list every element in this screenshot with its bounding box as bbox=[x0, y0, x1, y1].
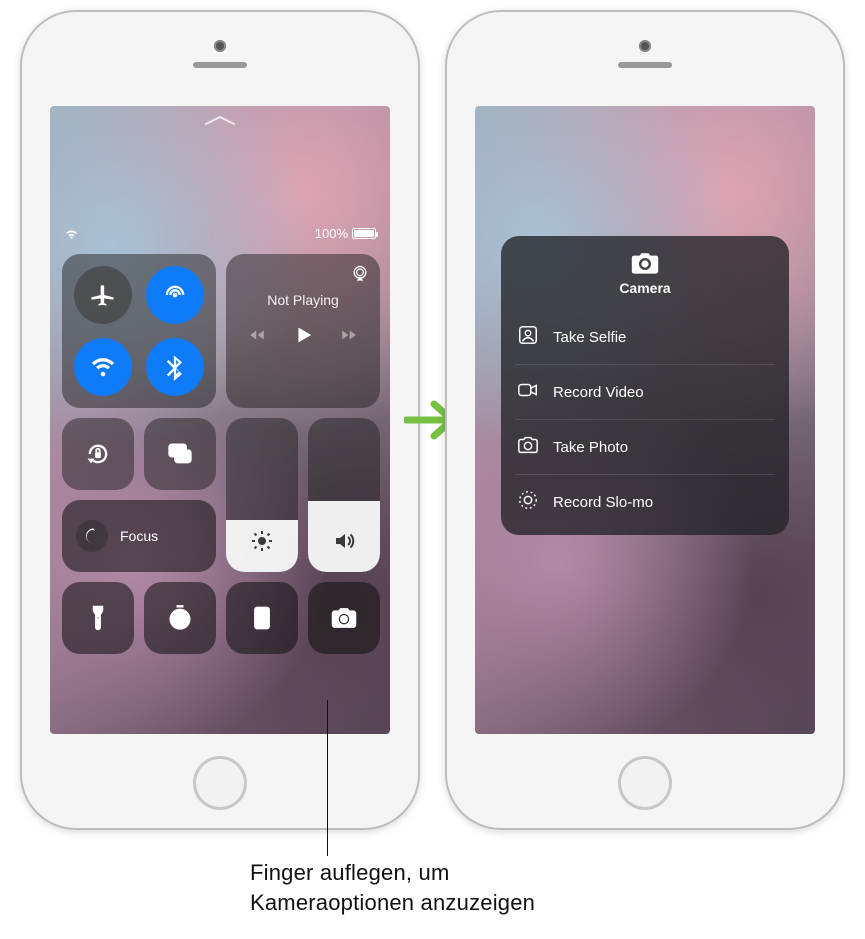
camera-action-record-video[interactable]: Record Video bbox=[515, 364, 775, 419]
device-left: 100% bbox=[20, 10, 420, 830]
play-button[interactable] bbox=[292, 324, 314, 351]
airplane-mode-toggle[interactable] bbox=[74, 266, 132, 324]
airdrop-toggle[interactable] bbox=[146, 266, 204, 324]
speaker-icon bbox=[332, 529, 356, 558]
camera-action-take-selfie[interactable]: Take Selfie bbox=[515, 310, 775, 364]
now-playing-label: Not Playing bbox=[267, 292, 339, 308]
screen-camera-options: Camera Take Selfie Record Video bbox=[475, 106, 815, 734]
brightness-slider[interactable] bbox=[226, 418, 298, 572]
camera-button[interactable] bbox=[308, 582, 380, 654]
volume-slider[interactable] bbox=[308, 418, 380, 572]
battery-status: 100% bbox=[315, 226, 376, 241]
battery-percent-label: 100% bbox=[315, 226, 348, 241]
flashlight-button[interactable] bbox=[62, 582, 134, 654]
previous-track-button[interactable] bbox=[248, 326, 266, 349]
front-camera-dot bbox=[639, 40, 651, 52]
camera-quick-actions-popup: Camera Take Selfie Record Video bbox=[501, 236, 789, 535]
status-bar: 100% bbox=[64, 226, 376, 241]
bluetooth-toggle[interactable] bbox=[146, 338, 204, 396]
media-tile[interactable]: Not Playing bbox=[226, 254, 380, 408]
moon-icon bbox=[76, 520, 108, 552]
callout-line1: Finger auflegen, um bbox=[250, 858, 535, 888]
camera-icon bbox=[501, 252, 789, 276]
battery-icon bbox=[352, 228, 376, 239]
callout-line2: Kameraoptionen anzuzeigen bbox=[250, 888, 535, 918]
action-label: Record Slo-mo bbox=[553, 494, 653, 511]
photo-icon bbox=[517, 434, 539, 460]
screen-mirroring-button[interactable] bbox=[144, 418, 216, 490]
airplay-icon[interactable] bbox=[350, 264, 370, 289]
action-label: Take Selfie bbox=[553, 329, 626, 346]
orientation-lock-toggle[interactable] bbox=[62, 418, 134, 490]
callout-text: Finger auflegen, um Kameraoptionen anzuz… bbox=[250, 858, 535, 917]
screen-control-center: 100% bbox=[50, 106, 390, 734]
camera-popup-title: Camera bbox=[501, 280, 789, 296]
earpiece-slot bbox=[618, 62, 672, 68]
wifi-toggle[interactable] bbox=[74, 338, 132, 396]
next-track-button[interactable] bbox=[340, 326, 358, 349]
selfie-icon bbox=[517, 324, 539, 350]
home-button[interactable] bbox=[618, 756, 672, 810]
front-camera-dot bbox=[214, 40, 226, 52]
timer-button[interactable] bbox=[144, 582, 216, 654]
device-right: Camera Take Selfie Record Video bbox=[445, 10, 845, 830]
sun-icon bbox=[250, 529, 274, 558]
camera-action-record-slomo[interactable]: Record Slo-mo bbox=[515, 474, 775, 529]
camera-action-take-photo[interactable]: Take Photo bbox=[515, 419, 775, 474]
chevron-up-icon[interactable] bbox=[203, 112, 237, 128]
calculator-button[interactable] bbox=[226, 582, 298, 654]
callout-leader-line bbox=[327, 700, 328, 856]
control-center-grid: Not Playing bbox=[62, 254, 378, 654]
wifi-status-icon bbox=[64, 228, 79, 240]
action-label: Record Video bbox=[553, 384, 644, 401]
connectivity-tile[interactable] bbox=[62, 254, 216, 408]
earpiece-slot bbox=[193, 62, 247, 68]
home-button[interactable] bbox=[193, 756, 247, 810]
action-label: Take Photo bbox=[553, 439, 628, 456]
focus-label: Focus bbox=[120, 528, 158, 544]
video-icon bbox=[517, 379, 539, 405]
slomo-icon bbox=[517, 489, 539, 515]
focus-button[interactable]: Focus bbox=[62, 500, 216, 572]
